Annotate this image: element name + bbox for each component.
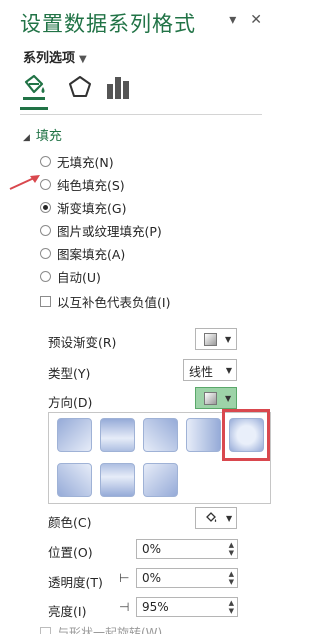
divider xyxy=(20,114,262,115)
gradient-swatch-icon xyxy=(204,391,217,405)
checkbox-icon xyxy=(40,627,51,634)
radio-icon xyxy=(40,270,51,282)
spinner-down-icon[interactable]: ▼ xyxy=(229,549,234,557)
radio-automatic[interactable]: 自动(U) xyxy=(40,266,101,286)
bar-chart-icon[interactable] xyxy=(104,72,132,102)
radio-pattern-fill[interactable]: 图案填充(A) xyxy=(40,243,125,263)
selected-direction-highlight xyxy=(222,409,270,461)
category-tabs xyxy=(20,72,260,108)
gradient-direction-tile[interactable] xyxy=(186,418,221,452)
radio-label: 自动(U) xyxy=(57,269,101,285)
preset-gradient-label: 预设渐变(R) xyxy=(48,335,117,350)
position-spinner[interactable]: 0% ▲ ▼ xyxy=(136,539,238,559)
radio-label: 图案填充(A) xyxy=(57,246,126,262)
brightness-value: 95% xyxy=(142,600,169,614)
direction-dropdown[interactable]: ▼ xyxy=(195,387,237,409)
fill-section-header[interactable]: ◢ 填充 xyxy=(23,125,62,144)
annotation-arrow-icon xyxy=(9,175,40,190)
spinner-up-icon[interactable]: ▲ xyxy=(229,570,234,578)
paint-bucket-icon[interactable] xyxy=(20,72,48,102)
spinner-down-icon[interactable]: ▼ xyxy=(229,578,234,586)
radio-gradient-fill[interactable]: 渐变填充(G) xyxy=(40,197,126,217)
chevron-down-icon[interactable]: ▾ xyxy=(229,12,236,28)
radio-icon xyxy=(40,247,51,259)
pentagon-icon[interactable] xyxy=(66,72,94,102)
radio-selected-icon xyxy=(40,201,51,213)
chevron-down-icon: ▼ xyxy=(226,513,233,523)
type-label: 类型(Y) xyxy=(48,366,91,381)
type-select[interactable]: 线性 ▼ xyxy=(183,359,237,381)
series-options-menu[interactable]: 系列选项 ▼ xyxy=(23,47,87,66)
checkbox-label: 以互补色代表负值(I) xyxy=(57,294,171,310)
series-options-label: 系列选项 xyxy=(23,51,76,66)
gradient-direction-tile[interactable] xyxy=(100,418,135,452)
position-value: 0% xyxy=(142,542,162,556)
spinner-down-icon[interactable]: ▼ xyxy=(229,607,234,615)
radio-icon xyxy=(40,224,51,236)
color-dropdown[interactable]: ▼ xyxy=(195,507,237,529)
radio-label: 图片或纹理填充(P) xyxy=(57,223,162,239)
close-icon[interactable]: ✕ xyxy=(250,12,262,28)
transparency-label: 透明度(T) xyxy=(48,575,103,590)
chevron-down-icon: ▼ xyxy=(79,54,87,65)
radio-icon xyxy=(40,155,51,167)
position-label: 位置(O) xyxy=(48,545,93,560)
rotate-with-shape-checkbox[interactable]: 与形状一起旋转(W) xyxy=(40,624,162,634)
color-label: 颜色(C) xyxy=(48,515,92,530)
fill-section-label: 填充 xyxy=(35,129,62,144)
transparency-value: 0% xyxy=(142,571,162,585)
gradient-direction-tile[interactable] xyxy=(143,463,178,497)
active-tab-indicator xyxy=(20,107,48,110)
radio-no-fill[interactable]: 无填充(N) xyxy=(40,151,114,171)
slider-icon[interactable]: ⊢ xyxy=(119,571,129,585)
gradient-direction-tile[interactable] xyxy=(100,463,135,497)
paint-bucket-icon xyxy=(206,512,217,522)
brightness-label: 亮度(I) xyxy=(48,604,87,619)
checkbox-icon xyxy=(40,295,51,307)
chevron-down-icon: ▼ xyxy=(225,366,232,375)
chevron-down-icon: ▼ xyxy=(225,393,232,403)
checkbox-label: 与形状一起旋转(W) xyxy=(57,626,163,634)
radio-picture-fill[interactable]: 图片或纹理填充(P) xyxy=(40,220,162,240)
gradient-swatch-icon xyxy=(204,332,217,346)
preset-gradient-dropdown[interactable]: ▼ xyxy=(195,328,237,350)
transparency-spinner[interactable]: 0% ▲ ▼ xyxy=(136,568,238,588)
type-value: 线性 xyxy=(189,365,214,379)
radio-label: 无填充(N) xyxy=(57,154,114,170)
pane-title: 设置数据系列格式 xyxy=(20,12,196,36)
collapse-triangle-icon: ◢ xyxy=(23,133,30,143)
spinner-up-icon[interactable]: ▲ xyxy=(229,599,234,607)
gradient-direction-tile[interactable] xyxy=(143,418,178,452)
radio-solid-fill[interactable]: 纯色填充(S) xyxy=(40,174,125,194)
direction-label: 方向(D) xyxy=(48,395,93,410)
gradient-direction-tile[interactable] xyxy=(57,418,92,452)
radio-label: 渐变填充(G) xyxy=(57,200,127,216)
brightness-spinner[interactable]: 95% ▲ ▼ xyxy=(136,597,238,617)
slider-icon[interactable]: ⊣ xyxy=(119,600,129,614)
chevron-down-icon: ▼ xyxy=(225,334,232,344)
gradient-direction-tile[interactable] xyxy=(57,463,92,497)
radio-label: 纯色填充(S) xyxy=(57,177,125,193)
invert-if-negative-checkbox[interactable]: 以互补色代表负值(I) xyxy=(40,291,170,311)
spinner-up-icon[interactable]: ▲ xyxy=(229,541,234,549)
